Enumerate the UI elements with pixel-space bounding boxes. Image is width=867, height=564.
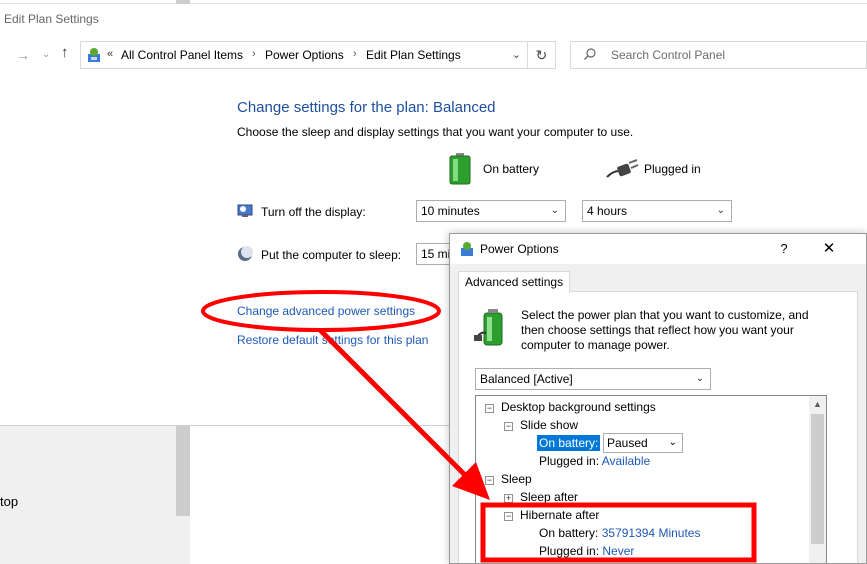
change-advanced-power-settings-link[interactable]: Change advanced power settings bbox=[237, 304, 415, 318]
collapse-icon[interactable]: − bbox=[504, 422, 513, 431]
tree-scrollbar[interactable]: ▲ bbox=[809, 396, 826, 563]
tree-item-sleep-after[interactable]: Sleep after bbox=[520, 490, 578, 504]
dialog-description: Select the power plan that you want to c… bbox=[521, 308, 809, 352]
on-battery-column-label: On battery bbox=[483, 162, 540, 176]
tree-item-hibernate-plugged-in[interactable]: Plugged in: Never bbox=[539, 544, 634, 558]
scroll-up-icon[interactable]: ▲ bbox=[813, 399, 822, 409]
slideshow-battery-select[interactable]: Paused ⌄ bbox=[603, 433, 683, 453]
breadcrumb-separator: › bbox=[353, 48, 357, 60]
search-icon bbox=[584, 48, 596, 60]
expand-icon[interactable]: + bbox=[504, 494, 513, 503]
dialog-title: Power Options bbox=[480, 242, 559, 256]
tree-item-hibernate-on-battery[interactable]: On battery: 35791394 Minutes bbox=[539, 526, 700, 540]
background-scrollbar[interactable] bbox=[176, 426, 190, 516]
put-computer-to-sleep-label: Put the computer to sleep: bbox=[261, 248, 402, 262]
tree-item-label: Slide show bbox=[520, 418, 579, 432]
display-on-battery-select[interactable]: 10 minutes ⌄ bbox=[416, 200, 566, 222]
select-value: Paused bbox=[607, 436, 648, 450]
plugged-in-column-label: Plugged in bbox=[644, 162, 701, 176]
search-box[interactable] bbox=[570, 41, 867, 69]
dialog-title-bar[interactable]: Power Options ? ✕ bbox=[450, 234, 866, 264]
tree-item-label: Plugged in: bbox=[539, 454, 600, 468]
tree-item-slide-show[interactable]: Slide show bbox=[520, 418, 578, 432]
select-value: 4 hours bbox=[587, 204, 628, 218]
chevron-down-icon[interactable]: ⌄ bbox=[42, 48, 50, 62]
up-arrow-icon[interactable]: ↑ bbox=[61, 45, 69, 60]
breadcrumb-all-items[interactable]: All Control Panel Items bbox=[121, 48, 243, 62]
chevron-down-icon: ⌄ bbox=[716, 205, 725, 216]
battery-icon bbox=[449, 153, 471, 185]
chevron-down-icon[interactable]: ⌄ bbox=[512, 48, 521, 61]
control-panel-icon bbox=[88, 48, 100, 62]
tree-item-label: On battery: bbox=[539, 526, 599, 540]
tree-item-label: Desktop background settings bbox=[501, 400, 656, 414]
select-value: Balanced [Active] bbox=[480, 372, 573, 386]
power-options-dialog: Power Options ? ✕ Advanced settings Sele… bbox=[449, 233, 867, 564]
tree-item-hibernate-after[interactable]: Hibernate after bbox=[520, 508, 599, 522]
display-icon bbox=[237, 204, 253, 217]
restore-default-settings-link[interactable]: Restore default settings for this plan bbox=[237, 333, 428, 347]
turn-off-display-label: Turn off the display: bbox=[261, 205, 366, 219]
battery-plug-icon bbox=[474, 309, 503, 346]
background-scrollbar-top bbox=[176, 0, 190, 4]
tree-item-label: Sleep bbox=[501, 472, 532, 486]
refresh-icon: ↻ bbox=[535, 47, 548, 63]
breadcrumb-separator: › bbox=[252, 48, 256, 60]
advanced-settings-tree[interactable]: − Desktop background settings − Slide sh… bbox=[475, 395, 827, 563]
collapse-icon[interactable]: − bbox=[485, 404, 494, 413]
power-plan-select[interactable]: Balanced [Active] ⌄ bbox=[475, 368, 711, 390]
tree-item-label: On battery: bbox=[539, 436, 599, 450]
tab-strip: Advanced settings bbox=[450, 264, 866, 293]
select-value: 10 minutes bbox=[421, 204, 480, 218]
address-overflow-chevrons[interactable]: « bbox=[107, 48, 113, 60]
chevron-down-icon: ⌄ bbox=[695, 373, 704, 384]
tree-item-slideshow-plugged-in[interactable]: Plugged in: Available bbox=[539, 454, 650, 468]
collapse-icon[interactable]: − bbox=[485, 476, 494, 485]
tree-item-label: Hibernate after bbox=[520, 508, 600, 522]
breadcrumb-power-options[interactable]: Power Options bbox=[265, 48, 344, 62]
display-plugged-in-select[interactable]: 4 hours ⌄ bbox=[582, 200, 732, 222]
tab-advanced-settings[interactable]: Advanced settings bbox=[458, 271, 571, 293]
scroll-thumb[interactable] bbox=[811, 414, 824, 544]
tree-item-value[interactable]: 35791394 Minutes bbox=[602, 526, 701, 540]
tree-item-slideshow-on-battery[interactable]: On battery: bbox=[537, 435, 601, 451]
sleep-moon-icon bbox=[238, 246, 253, 261]
tree-item-label: Sleep after bbox=[520, 490, 579, 504]
chevron-down-icon: ⌄ bbox=[668, 437, 677, 448]
tree-item-sleep[interactable]: Sleep bbox=[501, 472, 532, 486]
help-button[interactable]: ? bbox=[772, 238, 796, 260]
title-divider bbox=[0, 3, 867, 4]
tree-item-label: Plugged in: bbox=[539, 544, 600, 558]
background-text: top bbox=[0, 494, 19, 509]
address-bar[interactable]: « All Control Panel Items › Power Option… bbox=[80, 41, 528, 69]
background-left-panel bbox=[0, 426, 190, 564]
search-input[interactable] bbox=[611, 47, 851, 63]
power-plug-icon bbox=[606, 159, 639, 178]
close-button[interactable]: ✕ bbox=[814, 238, 844, 260]
tree-item-value[interactable]: Never bbox=[602, 544, 634, 558]
window-title: Edit Plan Settings bbox=[4, 12, 99, 26]
tree-item-value[interactable]: Available bbox=[602, 454, 650, 468]
tree-item-desktop-background[interactable]: Desktop background settings bbox=[501, 400, 656, 414]
forward-arrow-icon[interactable]: → bbox=[16, 48, 30, 62]
collapse-icon[interactable]: − bbox=[504, 512, 513, 521]
breadcrumb-edit-plan[interactable]: Edit Plan Settings bbox=[366, 48, 461, 62]
page-title: Change settings for the plan: Balanced bbox=[237, 99, 496, 116]
refresh-button[interactable]: ↻ bbox=[528, 41, 556, 69]
chevron-down-icon: ⌄ bbox=[550, 205, 559, 216]
power-options-icon bbox=[461, 242, 473, 256]
page-subtitle: Choose the sleep and display settings th… bbox=[237, 125, 634, 139]
